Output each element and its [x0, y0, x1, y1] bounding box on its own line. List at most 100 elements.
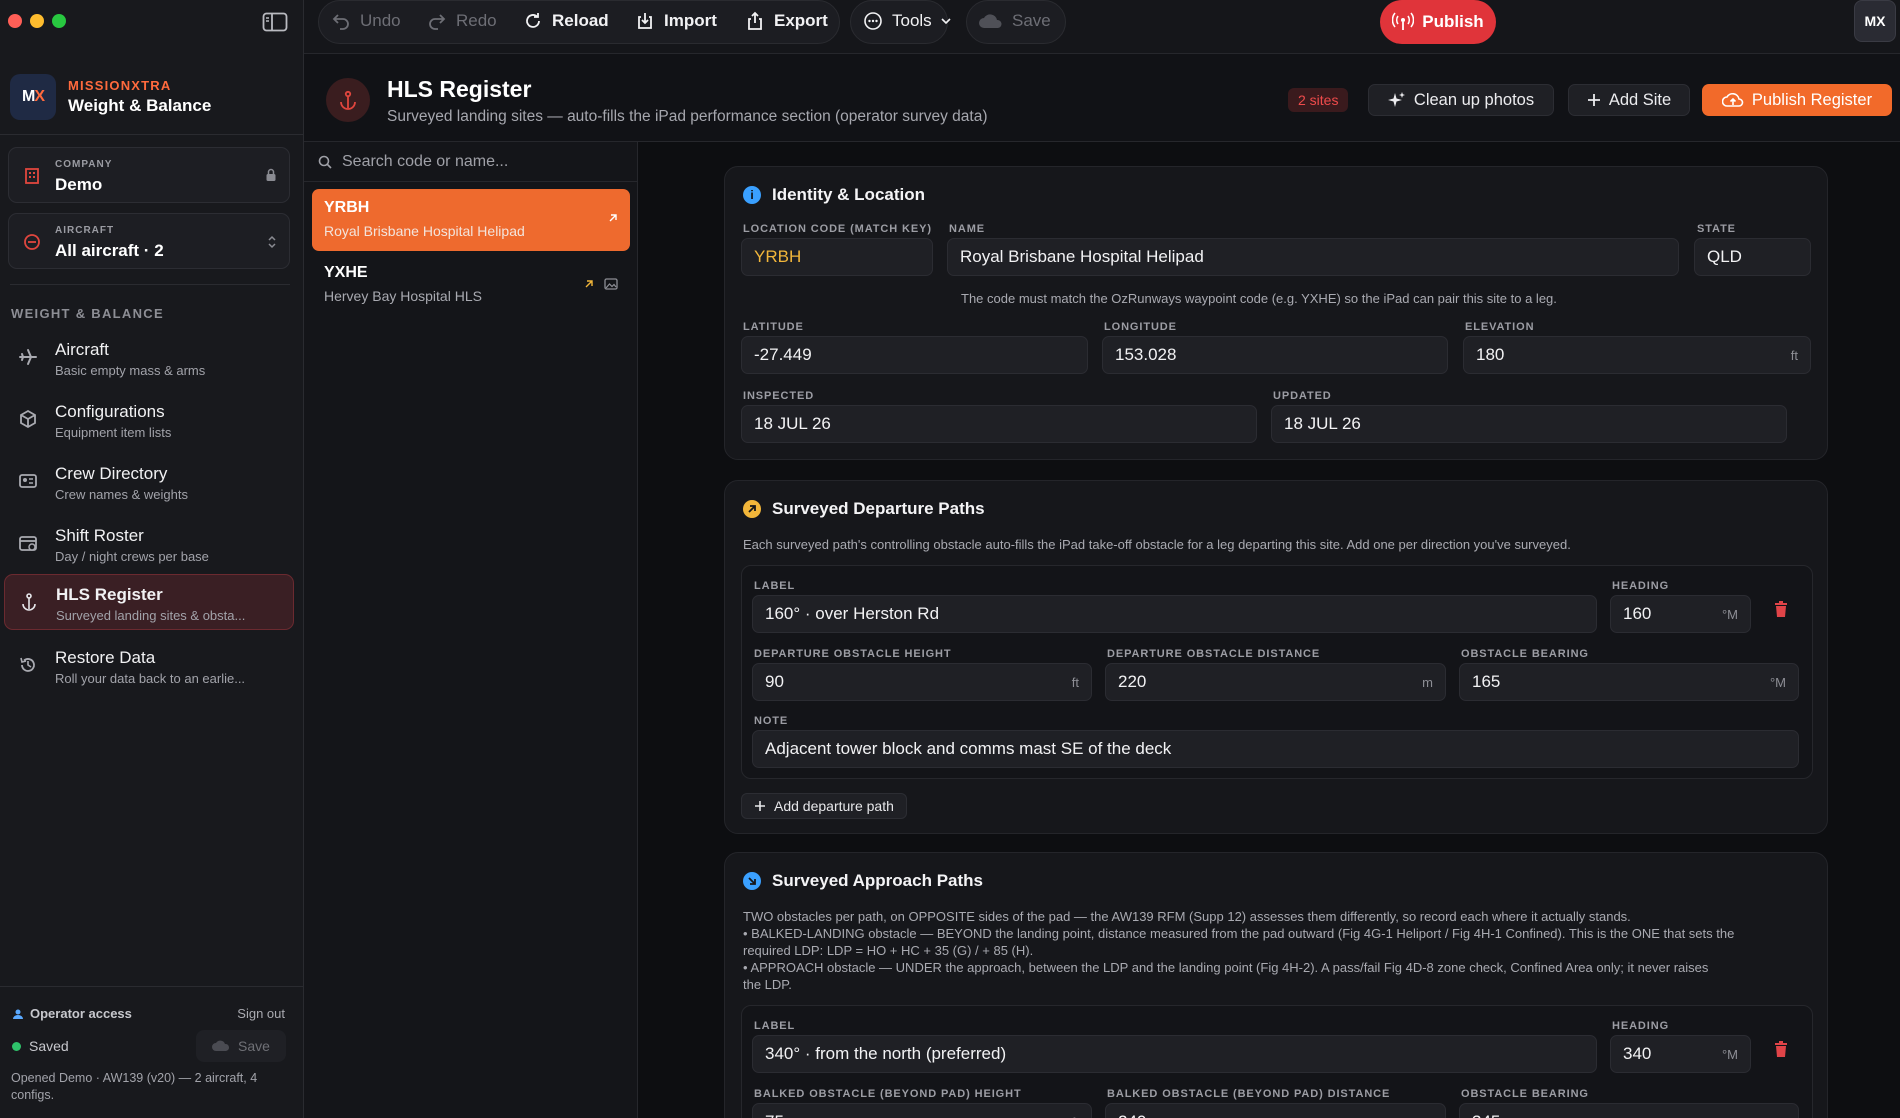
- lock-icon: [265, 168, 277, 182]
- approach-description-line: TWO obstacles per path, on OPPOSITE side…: [743, 909, 1631, 924]
- search-icon: [318, 155, 332, 169]
- name-label: NAME: [949, 223, 985, 235]
- status-dot: [12, 1041, 21, 1051]
- updated-label: UPDATED: [1273, 390, 1332, 402]
- obstacle-distance-field[interactable]: 220 m: [1105, 663, 1446, 701]
- path-label-field[interactable]: 160° · over Herston Rd: [752, 595, 1597, 633]
- cloud-upload-icon: [1721, 91, 1744, 109]
- undo-icon: [331, 12, 351, 30]
- location-code-label: LOCATION CODE (MATCH KEY): [743, 223, 932, 235]
- external-link-icon[interactable]: [608, 213, 618, 223]
- note-field[interactable]: Adjacent tower block and comms mast SE o…: [752, 730, 1799, 768]
- publish-button[interactable]: Publish: [1380, 0, 1496, 44]
- brand-kicker: MISSIONXTRA: [68, 78, 172, 93]
- clean-up-photos-button[interactable]: Clean up photos: [1368, 84, 1554, 116]
- site-list-item[interactable]: YXHE Hervey Bay Hospital HLS: [312, 254, 630, 316]
- obstacle-bearing-field[interactable]: 165 °M: [1459, 663, 1799, 701]
- nav-section-heading: WEIGHT & BALANCE: [11, 306, 164, 321]
- brand-logo: MX: [10, 74, 56, 120]
- sidebar-item-sub: Basic empty mass & arms: [55, 363, 206, 378]
- external-link-icon[interactable]: [584, 279, 594, 289]
- save-button[interactable]: Save: [966, 0, 1066, 44]
- site-list-item[interactable]: YRBH Royal Brisbane Hospital Helipad: [312, 189, 630, 251]
- departure-description: Each surveyed path's controlling obstacl…: [743, 537, 1571, 552]
- company-label: COMPANY: [55, 159, 113, 170]
- import-button[interactable]: Import: [635, 11, 717, 31]
- export-button[interactable]: Export: [745, 11, 828, 31]
- sidebar-item-shift-roster[interactable]: Shift Roster Day / night crews per base: [4, 516, 294, 572]
- company-picker[interactable]: COMPANY Demo: [8, 147, 290, 203]
- add-site-button[interactable]: Add Site: [1568, 84, 1690, 116]
- sidebar-item-sub: Surveyed landing sites & obsta...: [56, 608, 246, 623]
- sidebar-item-configurations[interactable]: Configurations Equipment item lists: [4, 392, 294, 448]
- elevation-field[interactable]: 180 ft: [1463, 336, 1811, 374]
- sign-out-link[interactable]: Sign out: [237, 1006, 285, 1021]
- publish-register-button[interactable]: Publish Register: [1702, 84, 1892, 116]
- balked-height-value: 75: [765, 1112, 784, 1118]
- departure-title: Surveyed Departure Paths: [772, 499, 985, 518]
- building-icon: [23, 167, 41, 185]
- chevron-down-icon: [941, 17, 951, 25]
- avatar[interactable]: MX: [1854, 0, 1896, 42]
- name-field[interactable]: Royal Brisbane Hospital Helipad: [947, 238, 1679, 276]
- tools-button[interactable]: Tools: [863, 11, 951, 31]
- sidebar-item-aircraft[interactable]: Aircraft Basic empty mass & arms: [4, 330, 294, 386]
- balked-distance-field[interactable]: 240 m: [1105, 1103, 1446, 1118]
- inspected-date-field[interactable]: 18 JUL 26: [741, 405, 1257, 443]
- path-label-label: LABEL: [754, 580, 796, 592]
- aircraft-value: All aircraft · 2: [55, 241, 164, 260]
- path-label-label: LABEL: [754, 1020, 796, 1032]
- departure-path-row: LABEL 160° · over Herston Rd HEADING 160…: [741, 565, 1813, 779]
- sidebar-save-label: Save: [238, 1038, 270, 1054]
- operator-access: Operator access: [12, 1006, 132, 1021]
- approach-description-line: the LDP.: [743, 977, 792, 992]
- site-name: Hervey Bay Hospital HLS: [324, 288, 482, 304]
- anchor-icon: [326, 78, 370, 122]
- sidebar-item-label: HLS Register: [56, 585, 163, 604]
- sidebar-toggle-icon[interactable]: [262, 12, 288, 32]
- add-departure-path-button[interactable]: Add departure path: [741, 793, 907, 819]
- reload-button[interactable]: Reload: [523, 11, 609, 31]
- obstacle-distance-label: DEPARTURE OBSTACLE DISTANCE: [1107, 648, 1321, 660]
- updated-date-field[interactable]: 18 JUL 26: [1271, 405, 1787, 443]
- balked-distance-value: 240: [1118, 1112, 1146, 1118]
- sidebar-item-restore-data[interactable]: Restore Data Roll your data back to an e…: [4, 638, 294, 694]
- export-label: Export: [774, 11, 828, 30]
- aircraft-picker[interactable]: AIRCRAFT All aircraft · 2: [8, 213, 290, 269]
- info-icon: i: [743, 186, 761, 204]
- balked-height-field[interactable]: 75 ft: [752, 1103, 1092, 1118]
- sidebar-save-button[interactable]: Save: [196, 1030, 286, 1062]
- tools-menu[interactable]: Tools: [850, 0, 951, 44]
- state-field[interactable]: QLD: [1694, 238, 1811, 276]
- company-value: Demo: [55, 175, 103, 194]
- tools-label: Tools: [892, 11, 932, 30]
- code-hint: The code must match the OzRunways waypoi…: [961, 291, 1557, 306]
- redo-button[interactable]: Redo: [427, 11, 497, 31]
- obstacle-bearing-value: 165: [1472, 672, 1501, 691]
- obstacle-height-unit: ft: [1071, 675, 1079, 690]
- page-subtitle: Surveyed landing sites — auto-fills the …: [387, 108, 988, 125]
- obstacle-height-field[interactable]: 90 ft: [752, 663, 1092, 701]
- zoom-window-button[interactable]: [52, 14, 66, 28]
- location-code-field[interactable]: YRBH: [741, 238, 933, 276]
- latitude-field[interactable]: -27.449: [741, 336, 1088, 374]
- identity-card-title: i Identity & Location: [743, 185, 925, 205]
- import-icon: [635, 11, 655, 31]
- heading-field[interactable]: 340 °M: [1610, 1035, 1751, 1073]
- undo-button[interactable]: Undo: [331, 11, 401, 31]
- longitude-field[interactable]: 153.028: [1102, 336, 1448, 374]
- search-input[interactable]: [342, 152, 622, 171]
- anchor-icon: [19, 592, 39, 612]
- sidebar-item-crew-directory[interactable]: Crew Directory Crew names & weights: [4, 454, 294, 510]
- sidebar-item-label: Restore Data: [55, 648, 156, 667]
- minimize-window-button[interactable]: [30, 14, 44, 28]
- delete-path-button[interactable]: [1774, 1040, 1788, 1058]
- close-window-button[interactable]: [8, 14, 22, 28]
- heading-field[interactable]: 160 °M: [1610, 595, 1751, 633]
- path-label-field[interactable]: 340° · from the north (preferred): [752, 1035, 1597, 1073]
- delete-path-button[interactable]: [1774, 600, 1788, 618]
- obstacle-bearing-field[interactable]: 345 °M: [1459, 1103, 1799, 1118]
- redo-label: Redo: [456, 11, 497, 30]
- sidebar-item-hls-register[interactable]: HLS Register Surveyed landing sites & ob…: [4, 574, 294, 630]
- clean-up-photos-label: Clean up photos: [1413, 90, 1535, 109]
